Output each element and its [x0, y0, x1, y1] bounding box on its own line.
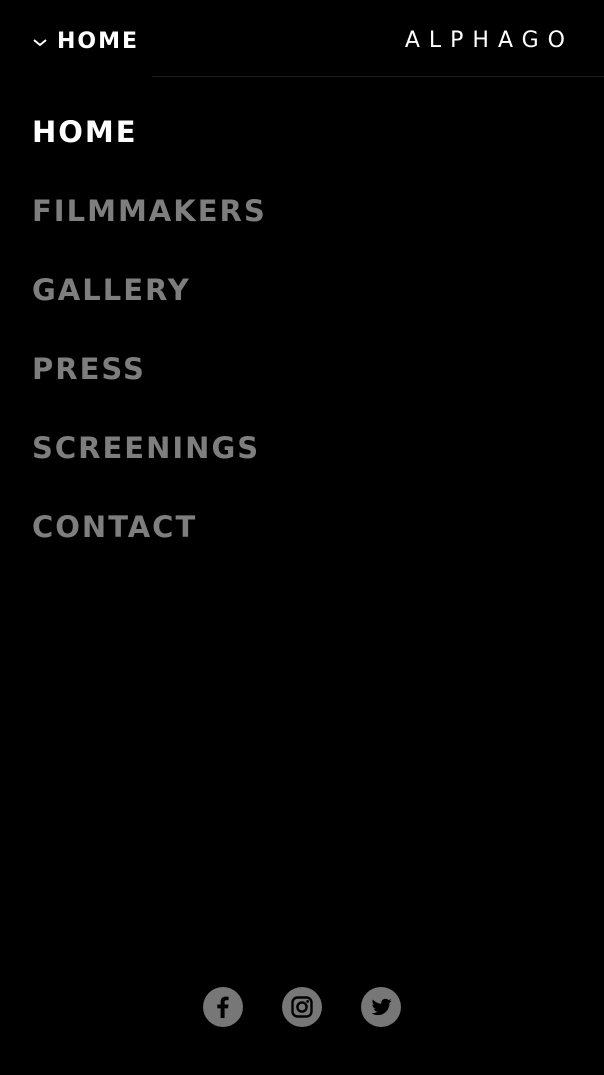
menu-list: HOME FILMMAKERS GALLERY PRESS SCREENINGS… — [32, 112, 267, 586]
top-bar: HOME ALPHAGO — [0, 0, 604, 78]
instagram-icon — [291, 996, 313, 1018]
menu-item-gallery[interactable]: GALLERY — [32, 270, 267, 310]
facebook-button[interactable] — [203, 987, 243, 1027]
chevron-down-icon — [33, 39, 47, 47]
twitter-icon — [371, 998, 392, 1016]
menu-item-screenings[interactable]: SCREENINGS — [32, 428, 267, 468]
menu-item-press[interactable]: PRESS — [32, 349, 267, 389]
menu-item-filmmakers[interactable]: FILMMAKERS — [32, 191, 267, 231]
instagram-button[interactable] — [282, 987, 322, 1027]
twitter-button[interactable] — [361, 987, 401, 1027]
menu-link-screenings[interactable]: SCREENINGS — [32, 431, 260, 465]
current-section-label: HOME — [57, 29, 140, 54]
facebook-icon — [217, 996, 229, 1018]
menu-item-contact[interactable]: CONTACT — [32, 507, 267, 547]
menu-link-home[interactable]: HOME — [32, 115, 138, 149]
menu-link-contact[interactable]: CONTACT — [32, 510, 197, 544]
site-logo[interactable]: ALPHAGO — [405, 27, 574, 55]
menu-toggle[interactable]: HOME — [32, 28, 139, 56]
menu-link-gallery[interactable]: GALLERY — [32, 273, 191, 307]
menu-link-press[interactable]: PRESS — [32, 352, 146, 386]
header-divider — [152, 76, 604, 77]
social-links — [203, 987, 401, 1027]
menu-item-home[interactable]: HOME — [32, 112, 267, 152]
menu-link-filmmakers[interactable]: FILMMAKERS — [32, 194, 267, 228]
